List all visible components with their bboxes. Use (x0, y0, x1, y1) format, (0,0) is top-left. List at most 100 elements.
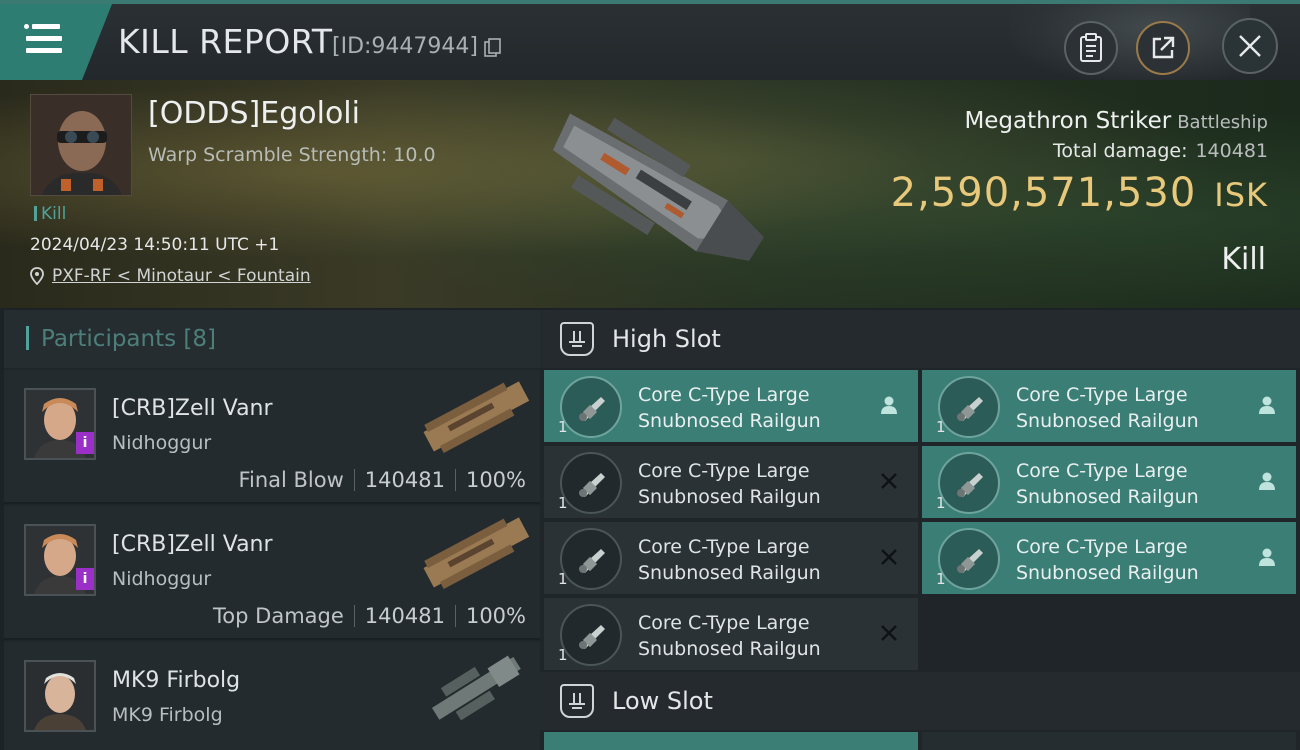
destroyed-x-icon (878, 470, 900, 492)
victim-portrait[interactable] (30, 94, 132, 196)
module-name: Core C-Type Large Snubnosed Railgun (1016, 382, 1246, 434)
railgun-icon (938, 528, 1000, 590)
low-slot-icon (560, 684, 594, 718)
total-damage: Total damage: 140481 (1053, 140, 1268, 162)
module-name-line2: Snubnosed Railgun (638, 410, 821, 432)
high-slot-title: High Slot (612, 325, 721, 353)
dropped-user-icon (1256, 546, 1278, 568)
participant-row[interactable]: MK9 Firbolg MK9 Firbolg (4, 642, 540, 750)
victim-banner: [ODDS]Egololi Warp Scramble Strength: 10… (0, 80, 1300, 308)
ship-class: Battleship (1177, 112, 1268, 133)
destroyed-x-icon (878, 622, 900, 644)
participants-panel: Participants [8] i [CRB]Zell Vanr Nidhog… (4, 310, 540, 750)
participant-damage: 140481 (364, 468, 445, 492)
victim-ship-image[interactable] (520, 88, 780, 298)
isk-amount: 2,590,571,530 (890, 170, 1197, 216)
page-title: KILL REPORT (118, 22, 333, 61)
participant-role: Final Blow (238, 468, 344, 492)
dropped-user-icon (878, 394, 900, 416)
copy-icon[interactable] (484, 38, 502, 58)
high-slot-header: High Slot (540, 310, 1300, 368)
participants-header: Participants [8] (4, 310, 540, 368)
module-card[interactable]: 1 Core C-Type Large Snubnosed Railgun (544, 446, 918, 518)
participant-stats: Final Blow 140481 100% (238, 468, 526, 492)
module-quantity: 1 (558, 494, 568, 512)
pilot-portrait-icon (31, 95, 131, 195)
isk-unit: ISK (1214, 176, 1268, 214)
close-icon (1239, 35, 1261, 57)
module-card[interactable] (922, 732, 1296, 750)
location-link[interactable]: PXF-RF < Minotaur < Fountain (52, 266, 311, 286)
participants-title: Participants [8] (26, 326, 216, 352)
share-button[interactable] (1136, 21, 1190, 75)
module-card[interactable] (544, 732, 918, 750)
module-card[interactable]: 1 Core C-Type Large Snubnosed Railgun (922, 370, 1296, 442)
participant-row[interactable]: i [CRB]Zell Vanr Nidhoggur Top Damage 14… (4, 506, 540, 640)
clipboard-icon (1080, 33, 1102, 62)
module-name-line1: Core C-Type Large (1016, 536, 1188, 558)
menu-icon (24, 24, 29, 29)
participant-name: [CRB]Zell Vanr (112, 532, 273, 557)
low-slot-title: Low Slot (612, 687, 713, 715)
participant-damage: 140481 (364, 604, 445, 628)
participant-name: [CRB]Zell Vanr (112, 396, 273, 421)
module-name-line1: Core C-Type Large (1016, 460, 1188, 482)
kill-id: [ID:9447944] (332, 34, 478, 59)
module-card[interactable]: 1 Core C-Type Large Snubnosed Railgun (544, 522, 918, 594)
clipboard-button[interactable] (1064, 21, 1118, 75)
info-icon: i (82, 571, 88, 587)
high-slot-icon (560, 322, 594, 356)
module-name-line1: Core C-Type Large (1016, 384, 1188, 406)
kill-location[interactable]: PXF-RF < Minotaur < Fountain (30, 266, 311, 286)
victim-ship-name[interactable]: Megathron Striker Battleship (964, 108, 1268, 134)
railgun-icon (938, 452, 1000, 514)
railgun-icon (560, 604, 622, 666)
location-pin-icon (30, 267, 44, 285)
module-name-line2: Snubnosed Railgun (638, 638, 821, 660)
participant-stats: Top Damage 140481 100% (213, 604, 526, 628)
module-name-line1: Core C-Type Large (638, 536, 810, 558)
module-name: Core C-Type Large Snubnosed Railgun (638, 382, 868, 434)
module-name-line2: Snubnosed Railgun (1016, 486, 1199, 508)
module-name: Core C-Type Large Snubnosed Railgun (1016, 534, 1246, 586)
kill-tag: Kill (34, 204, 66, 224)
module-quantity: 1 (558, 570, 568, 588)
module-quantity: 1 (558, 418, 568, 436)
victim-name[interactable]: [ODDS]Egololi (148, 96, 360, 131)
info-icon: i (82, 435, 88, 451)
module-card[interactable]: 1 Core C-Type Large Snubnosed Railgun (922, 446, 1296, 518)
module-name: Core C-Type Large Snubnosed Railgun (1016, 458, 1246, 510)
railgun-icon (560, 376, 622, 438)
participant-ship-image (423, 517, 530, 590)
module-card[interactable]: 1 Core C-Type Large Snubnosed Railgun (544, 598, 918, 670)
destroyed-x-icon (878, 546, 900, 568)
total-damage-value: 140481 (1195, 140, 1268, 162)
participant-percent: 100% (465, 604, 526, 628)
participant-percent: 100% (465, 468, 526, 492)
planet-decoration (1010, 4, 1250, 84)
low-slot-header: Low Slot (540, 672, 1300, 730)
module-card[interactable]: 1 Core C-Type Large Snubnosed Railgun (544, 370, 918, 442)
module-quantity: 1 (558, 646, 568, 664)
module-quantity: 1 (936, 570, 946, 588)
dropped-user-icon (1256, 394, 1278, 416)
module-name-line2: Snubnosed Railgun (638, 486, 821, 508)
kill-result-label: Kill (1221, 242, 1266, 277)
module-name-line2: Snubnosed Railgun (638, 562, 821, 584)
railgun-icon (938, 376, 1000, 438)
module-quantity: 1 (936, 418, 946, 436)
header-bar: KILL REPORT [ID:9447944] (0, 0, 1300, 84)
railgun-icon (560, 528, 622, 590)
module-card[interactable]: 1 Core C-Type Large Snubnosed Railgun (922, 522, 1296, 594)
module-name: Core C-Type Large Snubnosed Railgun (638, 458, 868, 510)
participant-name: MK9 Firbolg (112, 668, 241, 693)
close-button[interactable] (1222, 18, 1278, 74)
menu-button[interactable] (0, 4, 112, 80)
participant-row[interactable]: i [CRB]Zell Vanr Nidhoggur Final Blow 14… (4, 370, 540, 504)
security-badge: i (76, 432, 94, 454)
warp-scramble-strength: Warp Scramble Strength: 10.0 (148, 144, 436, 166)
ship-name-text: Megathron Striker (964, 108, 1172, 134)
module-name-line2: Snubnosed Railgun (1016, 562, 1199, 584)
module-name-line1: Core C-Type Large (638, 460, 810, 482)
module-name-line1: Core C-Type Large (638, 384, 810, 406)
